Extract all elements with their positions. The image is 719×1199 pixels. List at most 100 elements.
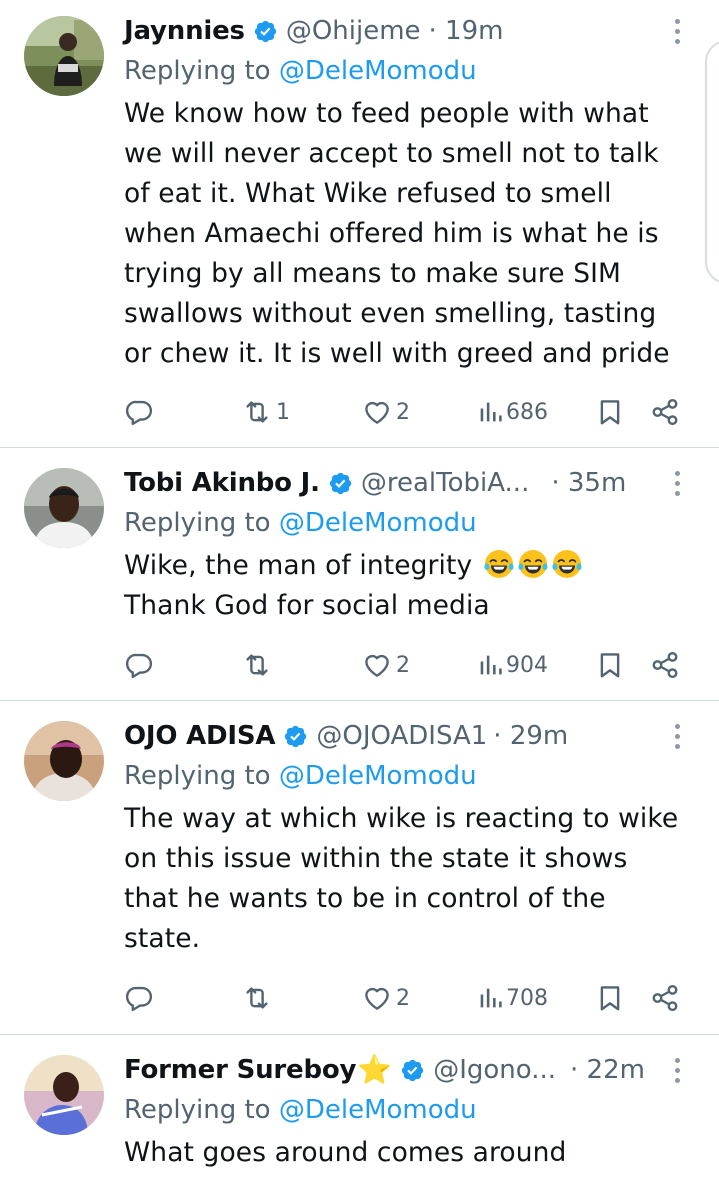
user-handle[interactable]: @OJOADISA1	[316, 719, 487, 753]
heart-icon	[362, 650, 392, 680]
like-button[interactable]: 2	[362, 983, 410, 1013]
display-name[interactable]: OJO ADISA	[124, 719, 276, 753]
share-icon	[650, 397, 680, 427]
heart-icon	[362, 983, 392, 1013]
reply-button[interactable]	[124, 983, 154, 1013]
more-options-icon[interactable]	[665, 16, 689, 46]
replying-to: Replying to @DeleMomodu	[124, 506, 689, 540]
views-button[interactable]: 708	[476, 983, 548, 1013]
more-options-icon[interactable]	[665, 1055, 689, 1085]
reply-icon	[124, 983, 154, 1013]
reply-button[interactable]	[124, 650, 154, 680]
bookmark-icon	[595, 983, 625, 1013]
retweet-count: 1	[276, 399, 290, 425]
reply-tweet[interactable]: OJO ADISA @OJOADISA1 · 29m Replying to @…	[0, 701, 719, 1035]
tweet-header: Former Sureboy ⭐ @Igono... · 22m	[124, 1053, 689, 1087]
more-options-icon[interactable]	[665, 721, 689, 751]
timestamp[interactable]: · 19m	[429, 14, 504, 48]
like-count: 2	[396, 399, 410, 425]
tweet-text: We know how to feed people with what we …	[124, 98, 670, 369]
tweet-header: Jaynnies @Ohijeme · 19m	[124, 14, 689, 48]
tweet-header: Tobi Akinbo J. @realTobiA... · 35m	[124, 466, 689, 500]
user-handle[interactable]: @realTobiA...	[361, 466, 530, 500]
display-name[interactable]: Former Sureboy	[124, 1053, 357, 1087]
bookmark-button[interactable]	[595, 397, 625, 427]
replying-to-label: Replying to	[124, 761, 279, 791]
avatar[interactable]	[24, 16, 104, 96]
retweet-icon	[242, 650, 272, 680]
replying-to: Replying to @DeleMomodu	[124, 1093, 689, 1127]
like-count: 2	[396, 985, 410, 1011]
reply-tweet[interactable]: Jaynnies @Ohijeme · 19m Replying to @Del…	[0, 0, 719, 448]
reply-icon	[124, 397, 154, 427]
verified-badge-icon	[283, 724, 308, 749]
tweet-header: OJO ADISA @OJOADISA1 · 29m	[124, 719, 689, 753]
share-button[interactable]	[650, 983, 680, 1013]
display-name[interactable]: Tobi Akinbo J.	[124, 466, 320, 500]
timestamp[interactable]: · 29m	[493, 719, 568, 753]
bookmark-button[interactable]	[595, 650, 625, 680]
verified-badge-icon	[328, 471, 353, 496]
action-bar: 1 2 686	[124, 397, 689, 427]
view-count: 708	[506, 985, 548, 1011]
display-name[interactable]: Jaynnies	[124, 14, 245, 48]
tweet-text: What goes around comes around	[124, 1137, 567, 1168]
share-icon	[650, 983, 680, 1013]
replying-to-label: Replying to	[124, 508, 279, 538]
views-button[interactable]: 904	[476, 650, 548, 680]
action-bar: 2 708	[124, 983, 689, 1013]
star-icon: ⭐	[357, 1053, 393, 1086]
avatar[interactable]	[24, 468, 104, 548]
reply-tweet[interactable]: Former Sureboy ⭐ @Igono... · 22m Replyin…	[0, 1035, 719, 1199]
tweet-text: Wike, the man of integrity Thank God for…	[124, 546, 689, 626]
share-button[interactable]	[650, 650, 680, 680]
tweet-text-line: Wike, the man of integrity	[124, 550, 481, 581]
verified-badge-icon	[400, 1058, 425, 1083]
retweet-icon	[242, 397, 272, 427]
bookmark-icon	[595, 397, 625, 427]
like-count: 2	[396, 652, 410, 678]
reply-tweet[interactable]: Tobi Akinbo J. @realTobiA... · 35m Reply…	[0, 448, 719, 701]
avatar[interactable]	[24, 1055, 104, 1135]
views-icon	[476, 983, 504, 1013]
views-icon	[476, 397, 504, 427]
verified-badge-icon	[253, 19, 278, 44]
retweet-button[interactable]	[242, 650, 272, 680]
like-button[interactable]: 2	[362, 650, 410, 680]
tweet-text-line: Thank God for social media	[124, 590, 490, 621]
retweet-icon	[242, 983, 272, 1013]
bookmark-button[interactable]	[595, 983, 625, 1013]
reply-button[interactable]	[124, 397, 154, 427]
more-options-icon[interactable]	[665, 468, 689, 498]
replying-to-link[interactable]: @DeleMomodu	[279, 508, 477, 538]
view-count: 904	[506, 652, 548, 678]
replying-to-label: Replying to	[124, 56, 279, 86]
share-button[interactable]	[650, 397, 680, 427]
view-count: 686	[506, 399, 548, 425]
heart-icon	[362, 397, 392, 427]
views-icon	[476, 650, 504, 680]
replying-to-link[interactable]: @DeleMomodu	[279, 761, 477, 791]
face-with-tears-of-joy-icon	[517, 548, 549, 580]
bookmark-icon	[595, 650, 625, 680]
face-with-tears-of-joy-icon	[551, 548, 583, 580]
replying-to: Replying to @DeleMomodu	[124, 54, 689, 88]
reply-icon	[124, 650, 154, 680]
share-icon	[650, 650, 680, 680]
avatar[interactable]	[24, 721, 104, 801]
user-handle[interactable]: @Igono...	[433, 1053, 556, 1087]
replying-to-link[interactable]: @DeleMomodu	[279, 56, 477, 86]
retweet-button[interactable]: 1	[242, 397, 290, 427]
replying-to: Replying to @DeleMomodu	[124, 759, 689, 793]
like-button[interactable]: 2	[362, 397, 410, 427]
timestamp[interactable]: · 35m	[551, 466, 626, 500]
replying-to-link[interactable]: @DeleMomodu	[279, 1095, 477, 1125]
action-bar: 2 904	[124, 650, 689, 680]
timestamp[interactable]: · 22m	[570, 1053, 645, 1087]
face-with-tears-of-joy-icon	[483, 548, 515, 580]
views-button[interactable]: 686	[476, 397, 548, 427]
user-handle[interactable]: @Ohijeme	[286, 14, 421, 48]
tweet-text: The way at which wike is reacting to wik…	[124, 803, 679, 954]
replying-to-label: Replying to	[124, 1095, 279, 1125]
retweet-button[interactable]	[242, 983, 272, 1013]
